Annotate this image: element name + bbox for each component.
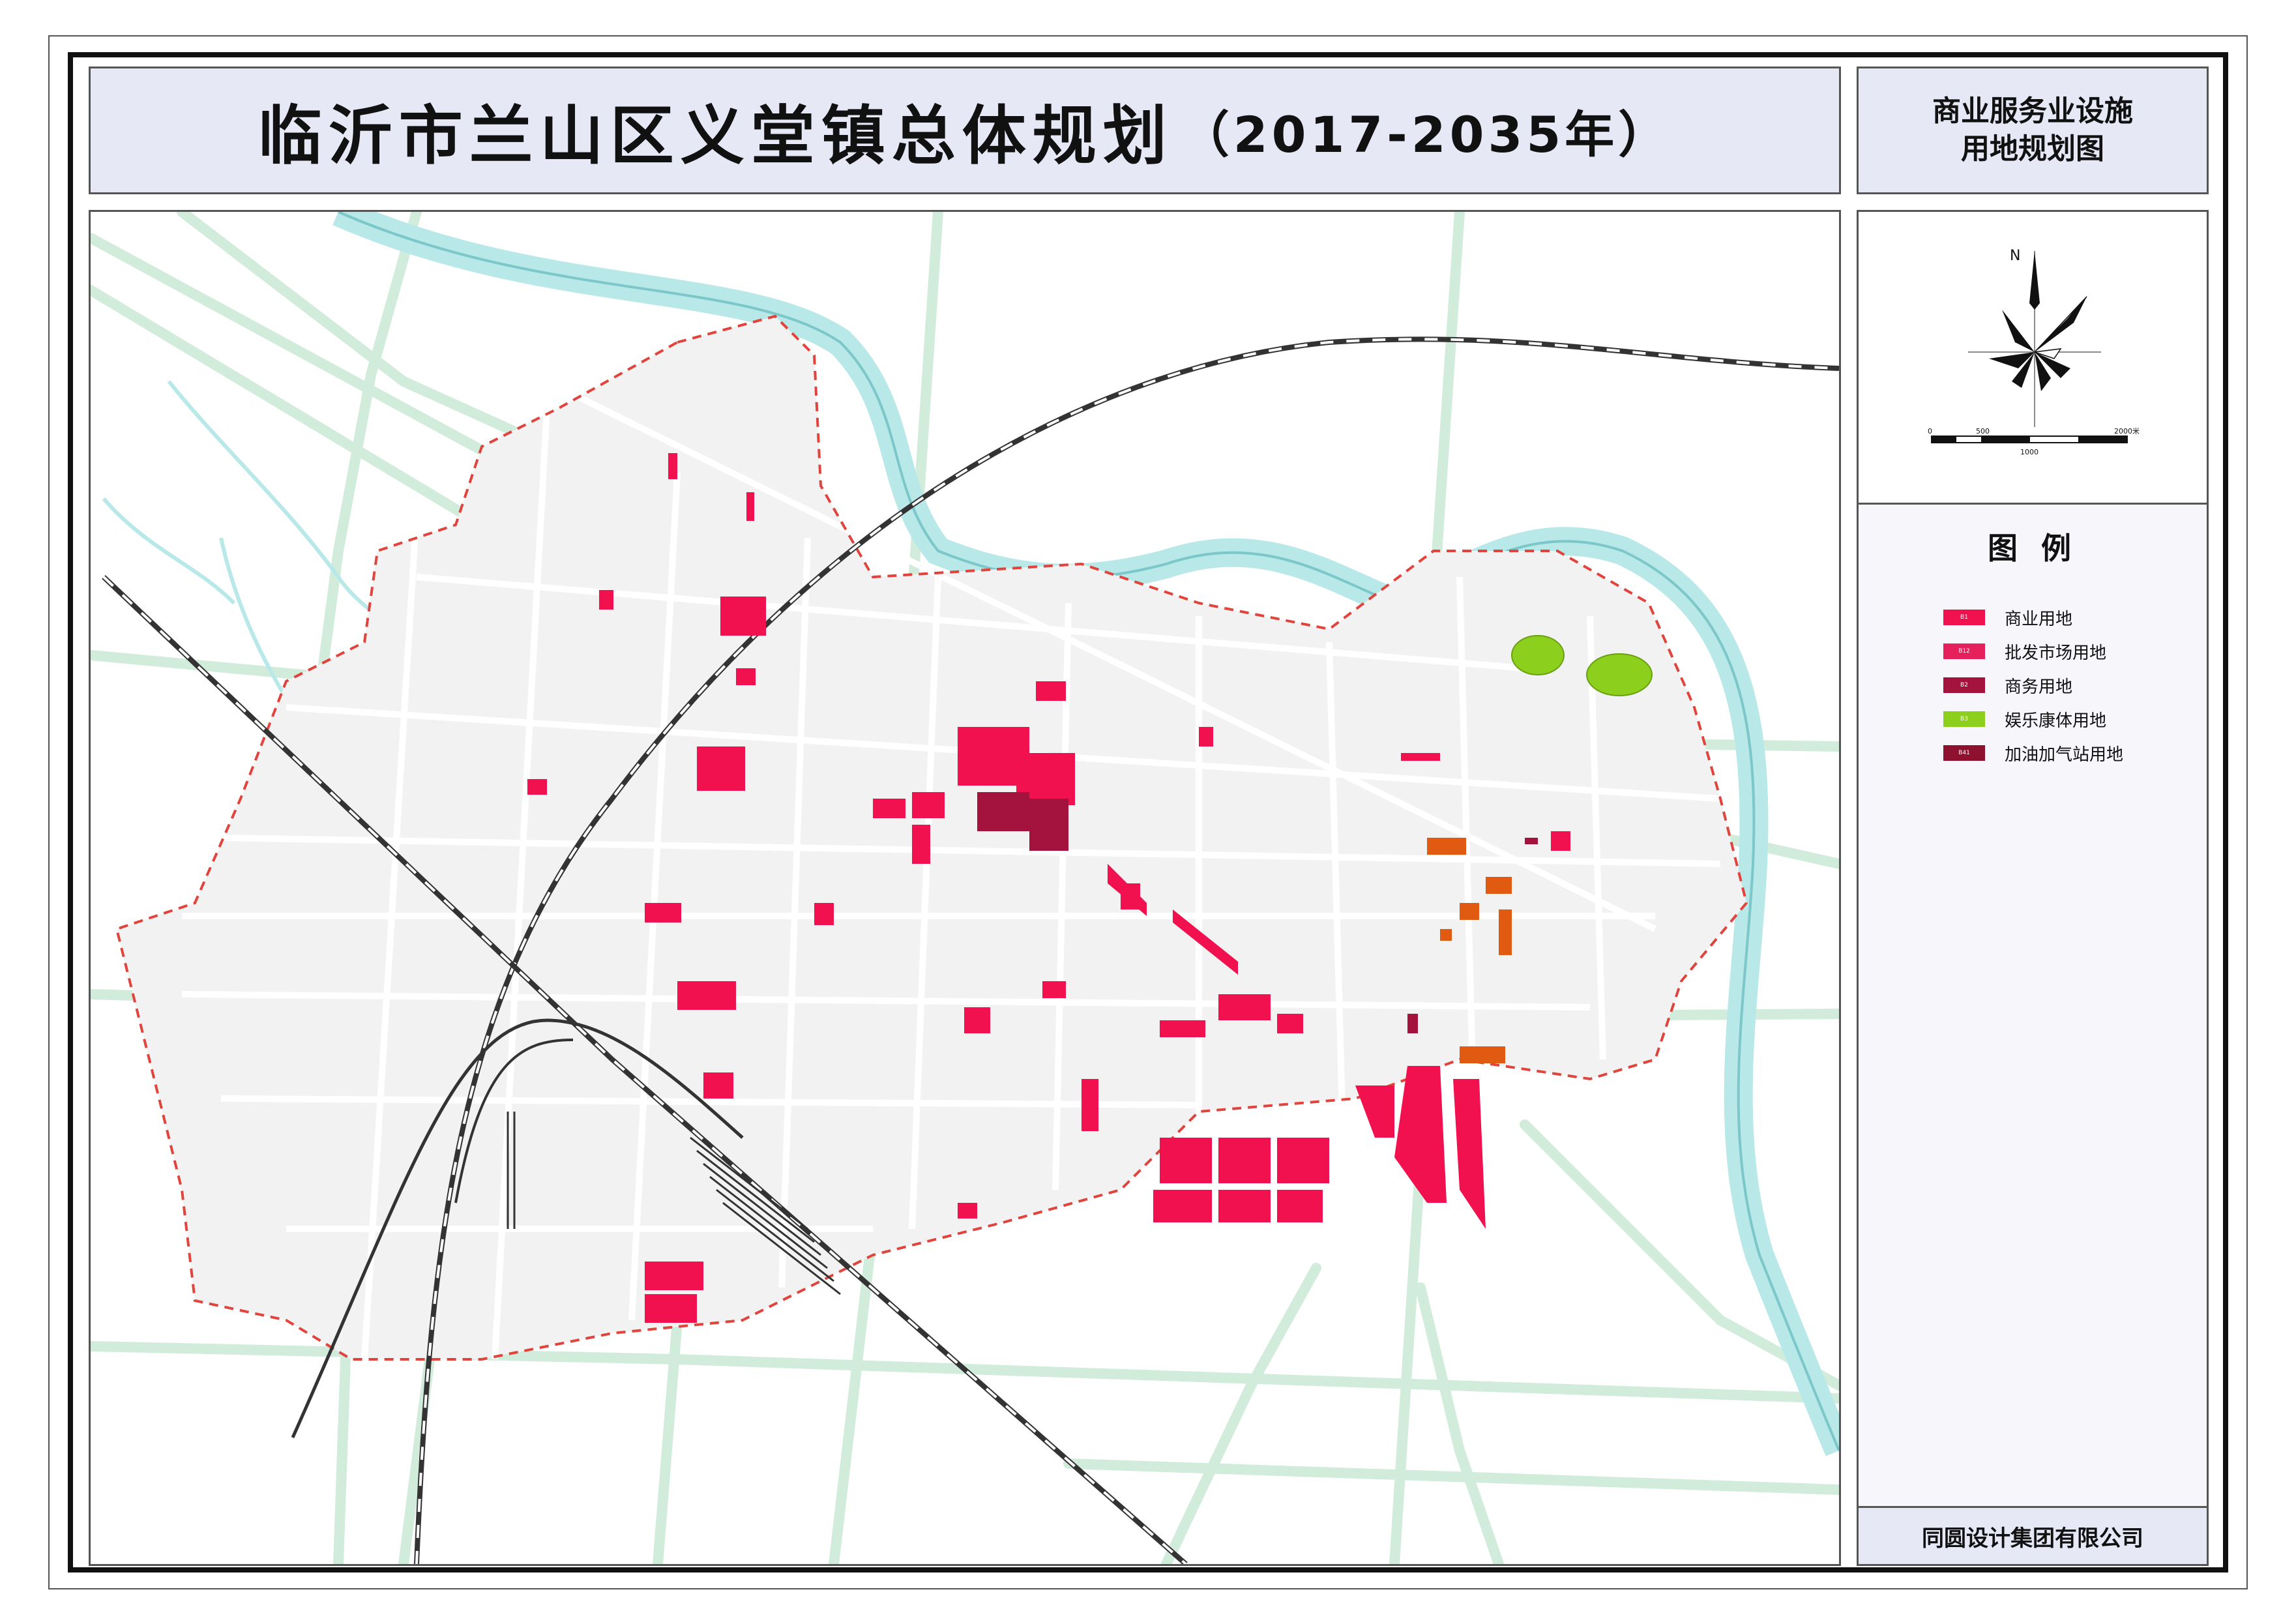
- parcel-b1: [1277, 1014, 1303, 1033]
- map-subtitle-line1: 商业服务业设施: [1932, 95, 2133, 128]
- map-title-years: （2017-2035年）: [1179, 106, 1672, 164]
- company-name: 同圆设计集团有限公司: [1922, 1525, 2143, 1552]
- parcel-b1: [746, 492, 754, 521]
- parcel-b1: [1394, 1066, 1447, 1203]
- parcel-b1: [1042, 981, 1066, 998]
- parcel-b1: [1153, 1190, 1212, 1222]
- parcel-b1: [1355, 1085, 1394, 1138]
- legend-label-b1: 商业用地: [2005, 609, 2073, 629]
- parcel-b1: [1218, 994, 1271, 1020]
- map-title: 临沂市兰山区义堂镇总体规划: [258, 99, 1173, 173]
- parcel-b1: [1401, 753, 1440, 761]
- company-credit-box: 同圆设计集团有限公司: [1859, 1506, 2207, 1564]
- parcel-b1: [1036, 681, 1066, 701]
- parcel-b1: [1277, 1138, 1329, 1183]
- compass-rose-icon: N 0 500 2000米 1000: [1928, 248, 2140, 456]
- scale-label-2000: 2000米: [2114, 427, 2140, 436]
- parcel-b41: [1499, 909, 1512, 955]
- legend-swatch-b41: B41: [1943, 745, 1985, 761]
- parcel-b1: [1199, 727, 1213, 746]
- parcel-b41: [1486, 877, 1512, 894]
- parcel-b1: [677, 981, 736, 1010]
- parcel-b1: [645, 1262, 703, 1290]
- parcel-b1: [912, 825, 930, 864]
- scale-label-500: 500: [1976, 427, 1990, 436]
- parcel-b1: [1218, 1138, 1271, 1183]
- parcel-b1: [697, 746, 745, 791]
- parcel-b1: [703, 1072, 733, 1099]
- parcel-b3: [1586, 653, 1653, 696]
- scale-label-1000: 1000: [2020, 448, 2038, 456]
- parcel-b41: [1460, 903, 1479, 920]
- parcel-b2: [1029, 799, 1068, 851]
- parcel-b1: [720, 597, 766, 636]
- parcel-b1: [527, 779, 547, 795]
- legend-label-b2: 商务用地: [2005, 677, 2073, 697]
- legend-item-b3: B3 娱乐康体用地: [1943, 706, 2106, 732]
- legend-item-b2: B2 商务用地: [1943, 672, 2072, 698]
- map-subtitle-box: 商业服务业设施 用地规划图: [1857, 66, 2209, 194]
- title-banner: 临沂市兰山区义堂镇总体规划 （2017-2035年）: [89, 66, 1841, 194]
- parcel-b1: [958, 1203, 977, 1218]
- parcel-b1: [873, 799, 905, 818]
- legend-swatch-b1: B1: [1943, 610, 1985, 625]
- legend-swatch-b3: B3: [1943, 711, 1985, 727]
- legend-swatch-b2: B2: [1943, 677, 1985, 693]
- parcel-b2: [1525, 838, 1538, 844]
- legend-item-b1: B1 商业用地: [1943, 604, 2072, 630]
- parcel-b1: [645, 903, 681, 923]
- parcel-b2: [1407, 1014, 1418, 1033]
- legend-item-b12: B12 批发市场用地: [1943, 638, 2106, 664]
- parcel-b1: [1453, 1079, 1486, 1229]
- legend-title: 图 例: [1987, 531, 2078, 566]
- parcel-b1: [736, 668, 756, 685]
- legend-panel: N 0 500 2000米 1000 图 例 B1 商业用地 B12 批发市场用…: [1857, 210, 2209, 1566]
- parcel-b3: [1511, 635, 1565, 675]
- map-subtitle-line2: 用地规划图: [1961, 132, 2104, 166]
- parcel-b1: [1160, 1138, 1212, 1183]
- legend-label-b3: 娱乐康体用地: [2005, 711, 2107, 731]
- parcel-b41: [1460, 1046, 1505, 1063]
- map-panel: [89, 210, 1841, 1566]
- legend-item-b41: B41 加油加气站用地: [1943, 740, 2123, 766]
- parcel-b1: [599, 590, 613, 610]
- scale-label-0: 0: [1928, 427, 1932, 436]
- parcel-b1: [1277, 1190, 1323, 1222]
- parcel-b1: [814, 903, 834, 925]
- parcel-b1: [1218, 1190, 1271, 1222]
- legend-swatch-b12: B12: [1943, 643, 1985, 659]
- parcel-b41: [1440, 929, 1452, 941]
- parcel-b1: [964, 1007, 990, 1033]
- scale-bar: 0 500 2000米 1000: [1928, 427, 2140, 456]
- parcel-b41: [1427, 838, 1466, 855]
- parcel-b1: [912, 792, 945, 818]
- parcel-b1: [668, 453, 677, 479]
- parcel-b1: [1160, 1020, 1205, 1037]
- parcel-b1: [1082, 1079, 1098, 1131]
- north-label: N: [2010, 248, 2020, 264]
- legend-label-b41: 加油加气站用地: [2005, 745, 2124, 765]
- parcel-b2: [977, 792, 1029, 831]
- parcel-b1: [645, 1294, 697, 1323]
- parcel-b1: [1551, 831, 1570, 851]
- compass-panel: N 0 500 2000米 1000: [1859, 212, 2207, 505]
- legend-label-b12: 批发市场用地: [2005, 643, 2107, 663]
- map-canvas: [91, 212, 1839, 1564]
